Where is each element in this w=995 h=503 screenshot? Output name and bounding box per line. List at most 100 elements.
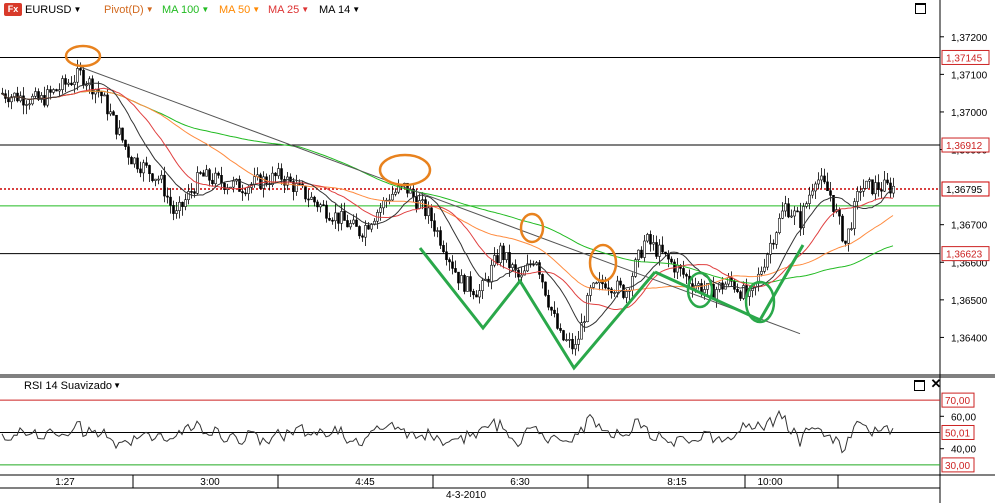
candle-body bbox=[892, 185, 895, 194]
rsi-panel-title[interactable]: RSI 14 Suavizado▼ bbox=[24, 379, 121, 393]
candle-body bbox=[346, 220, 349, 228]
candle-body bbox=[349, 223, 352, 228]
candle-body bbox=[49, 89, 52, 93]
candle-body bbox=[490, 264, 493, 283]
candle-body bbox=[199, 172, 202, 174]
chart-canvas: 1,372001,371001,370001,369001,367001,366… bbox=[0, 0, 995, 503]
candle-body bbox=[781, 210, 784, 219]
candle-body bbox=[649, 234, 652, 245]
candle-body bbox=[394, 191, 397, 195]
maximize-icon[interactable] bbox=[915, 3, 926, 14]
indicator-ma50-label: MA 50 bbox=[219, 4, 251, 16]
candle-body bbox=[145, 162, 148, 166]
x-tick-label: 3:00 bbox=[200, 477, 220, 488]
candle-body bbox=[217, 172, 220, 176]
candle-body bbox=[883, 179, 886, 192]
candle-body bbox=[775, 232, 778, 245]
candle-body bbox=[61, 78, 64, 90]
candle-body bbox=[547, 294, 550, 308]
candle-body bbox=[886, 179, 889, 184]
x-tick-label: 8:15 bbox=[667, 477, 687, 488]
candle-body bbox=[319, 204, 322, 208]
rsi-maximize-icon[interactable] bbox=[914, 380, 925, 391]
candle-body bbox=[7, 98, 10, 103]
candle-body bbox=[457, 271, 460, 284]
candle-body bbox=[364, 225, 367, 238]
candle-body bbox=[382, 200, 385, 209]
candle-body bbox=[454, 268, 457, 273]
candle-body bbox=[631, 276, 634, 291]
candle-body bbox=[574, 344, 577, 350]
candle-body bbox=[433, 220, 436, 232]
candle-body bbox=[856, 191, 859, 202]
candle-body bbox=[733, 280, 736, 290]
candle-body bbox=[328, 217, 331, 221]
candle-body bbox=[106, 94, 109, 115]
indicator-ma25[interactable]: MA 25 ▼ bbox=[268, 2, 309, 18]
candle-body bbox=[25, 104, 28, 106]
candle-body bbox=[625, 291, 628, 298]
candle-body bbox=[358, 226, 361, 237]
candle-body bbox=[151, 173, 154, 181]
candle-body bbox=[550, 306, 553, 311]
candle-body bbox=[838, 209, 841, 217]
candle-body bbox=[766, 254, 769, 268]
candle-body bbox=[511, 264, 514, 268]
candle-body bbox=[163, 174, 166, 197]
candle-body bbox=[826, 181, 829, 192]
candle-body bbox=[133, 157, 136, 165]
candle-body bbox=[247, 187, 250, 194]
candle-body bbox=[307, 198, 310, 201]
chevron-down-icon: ▼ bbox=[301, 5, 310, 14]
candle-body bbox=[463, 275, 466, 292]
candle-body bbox=[172, 205, 175, 214]
candle-body bbox=[85, 84, 88, 87]
candle-body bbox=[652, 242, 655, 245]
candle-body bbox=[850, 228, 853, 230]
indicator-pivot[interactable]: Pivot(D) ▼ bbox=[104, 2, 154, 18]
candle-body bbox=[472, 291, 475, 296]
candle-body bbox=[871, 179, 874, 195]
candle-body bbox=[391, 193, 394, 201]
rsi-close-icon[interactable]: ✕ bbox=[930, 377, 942, 390]
chevron-down-icon: ▼ bbox=[352, 5, 361, 14]
candle-body bbox=[19, 95, 22, 102]
candle-body bbox=[88, 78, 91, 86]
candle-body bbox=[727, 277, 730, 285]
candle-body bbox=[208, 169, 211, 181]
indicator-pivot-label: Pivot(D) bbox=[104, 4, 144, 16]
candle-body bbox=[73, 81, 76, 86]
candle-body bbox=[544, 281, 547, 296]
y-tick-label: 1,36700 bbox=[951, 221, 988, 232]
candle-body bbox=[784, 203, 787, 212]
trendline bbox=[79, 66, 801, 335]
candle-body bbox=[448, 259, 451, 263]
candle-body bbox=[799, 211, 802, 228]
candle-body bbox=[181, 201, 184, 207]
indicator-ma50[interactable]: MA 50 ▼ bbox=[219, 2, 260, 18]
candle-body bbox=[796, 210, 799, 213]
candle-body bbox=[169, 196, 172, 206]
candle-body bbox=[442, 245, 445, 253]
candle-body bbox=[847, 228, 850, 244]
chevron-down-icon: ▼ bbox=[252, 5, 261, 14]
candle-body bbox=[763, 266, 766, 272]
indicator-ma14-label: MA 14 bbox=[319, 4, 351, 16]
indicator-ma100[interactable]: MA 100 ▼ bbox=[162, 2, 209, 18]
candle-body bbox=[793, 210, 796, 217]
candle-body bbox=[568, 339, 571, 341]
candle-body bbox=[829, 190, 832, 196]
candle-body bbox=[619, 280, 622, 286]
candle-body bbox=[613, 292, 616, 294]
rsi-tick-label: 40,00 bbox=[951, 445, 976, 456]
candle-body bbox=[634, 259, 637, 277]
candle-body bbox=[28, 103, 31, 106]
symbol-selector[interactable]: EURUSD ▼ bbox=[25, 2, 81, 18]
candle-body bbox=[79, 68, 82, 71]
candle-body bbox=[661, 244, 664, 253]
candle-body bbox=[427, 207, 430, 217]
indicator-ma14[interactable]: MA 14 ▼ bbox=[319, 2, 360, 18]
candle-body bbox=[556, 313, 559, 329]
fx-icon: Fx bbox=[4, 3, 22, 16]
candle-body bbox=[805, 203, 808, 207]
